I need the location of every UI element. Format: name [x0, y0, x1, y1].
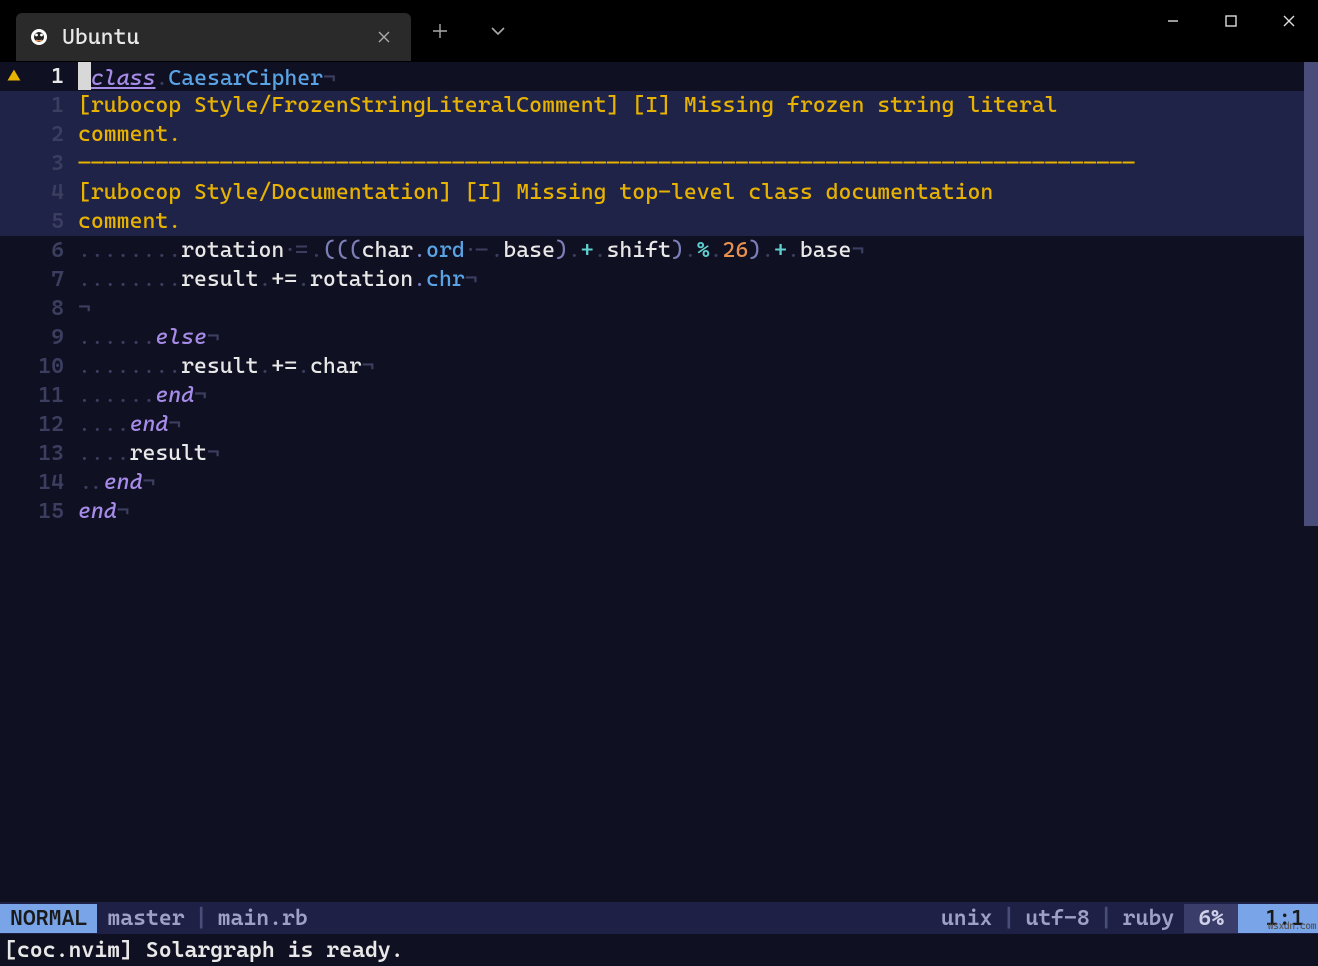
line-number: 12 — [28, 410, 78, 439]
diagnostic-text: comment. — [78, 207, 1318, 236]
editor-line[interactable]: 1[rubocop Style/FrozenStringLiteralComme… — [0, 91, 1318, 120]
close-window-button[interactable] — [1260, 0, 1318, 42]
statusline: NORMAL master | main.rb unix | utf-8 | r… — [0, 902, 1318, 934]
code-text: class.CaesarCipher¬ — [78, 62, 1318, 91]
separator: | — [1100, 906, 1113, 931]
diagnostic-text: comment. — [78, 120, 1318, 149]
code-text: ......else¬ — [78, 323, 1318, 352]
diagnostic-text: ————————————————————————————————————————… — [78, 149, 1318, 178]
coc-message: [coc.nvim] Solargraph is ready. — [4, 938, 404, 963]
scrollbar-thumb[interactable] — [1304, 62, 1318, 526]
line-number: 4 — [28, 178, 78, 207]
gutter-sign — [0, 323, 28, 352]
terminal-tab[interactable]: Ubuntu — [16, 13, 411, 61]
maximize-button[interactable] — [1202, 0, 1260, 42]
line-number: 7 — [28, 265, 78, 294]
code-text: ....end¬ — [78, 410, 1318, 439]
gutter-sign — [0, 497, 28, 526]
code-text: end¬ — [78, 497, 1318, 526]
diagnostic-text: [rubocop Style/Documentation] [I] Missin… — [78, 178, 1318, 207]
gutter-sign — [0, 294, 28, 323]
gutter-sign — [0, 468, 28, 497]
line-number: 13 — [28, 439, 78, 468]
mode-indicator: NORMAL — [0, 904, 97, 933]
gutter-sign — [0, 352, 28, 381]
editor-line[interactable]: 2comment. — [0, 120, 1318, 149]
code-text: ¬ — [78, 294, 1318, 323]
linux-icon — [28, 26, 50, 48]
line-number: 8 — [28, 294, 78, 323]
editor-line[interactable]: 4[rubocop Style/Documentation] [I] Missi… — [0, 178, 1318, 207]
editor-line[interactable]: 5comment. — [0, 207, 1318, 236]
separator: | — [195, 906, 208, 931]
gutter-sign — [0, 410, 28, 439]
line-number: 15 — [28, 497, 78, 526]
line-number: 9 — [28, 323, 78, 352]
gutter-sign — [0, 236, 28, 265]
tab-close-button[interactable] — [369, 27, 399, 48]
gutter-sign — [0, 149, 28, 178]
gutter-sign — [0, 178, 28, 207]
editor-line[interactable]: 10........result.+=.char¬ — [0, 352, 1318, 381]
gutter-sign: ▲ — [0, 62, 28, 91]
warning-icon: ▲ — [8, 64, 21, 89]
file-name: main.rb — [208, 906, 318, 931]
file-percent: 6% — [1184, 904, 1238, 933]
git-branch: master — [97, 906, 194, 931]
editor-line[interactable]: 6........rotation.=.(((char.ord.-.base).… — [0, 236, 1318, 265]
tab-title: Ubuntu — [62, 25, 369, 50]
gutter-sign — [0, 91, 28, 120]
line-number: 14 — [28, 468, 78, 497]
separator: | — [1002, 906, 1015, 931]
tab-dropdown-button[interactable] — [469, 7, 527, 55]
file-encoding: utf-8 — [1015, 906, 1099, 931]
editor-line[interactable]: 12....end¬ — [0, 410, 1318, 439]
code-text: ....result¬ — [78, 439, 1318, 468]
code-text: ..end¬ — [78, 468, 1318, 497]
editor-line[interactable]: 3———————————————————————————————————————… — [0, 149, 1318, 178]
line-number: 1 — [28, 62, 78, 91]
line-number: 10 — [28, 352, 78, 381]
code-text: ......end¬ — [78, 381, 1318, 410]
editor-line[interactable]: 8¬ — [0, 294, 1318, 323]
editor-line[interactable]: 11......end¬ — [0, 381, 1318, 410]
code-text: ........rotation.=.(((char.ord.-.base).+… — [78, 236, 1318, 265]
editor-line[interactable]: 14..end¬ — [0, 468, 1318, 497]
line-number: 2 — [28, 120, 78, 149]
gutter-sign — [0, 381, 28, 410]
minimize-button[interactable] — [1144, 0, 1202, 42]
new-tab-button[interactable] — [411, 7, 469, 55]
line-number: 5 — [28, 207, 78, 236]
file-format: unix — [931, 906, 1003, 931]
watermark: wsxdn.com — [1268, 921, 1316, 932]
gutter-sign — [0, 439, 28, 468]
gutter-sign — [0, 265, 28, 294]
editor-area[interactable]: ▲ 1class.CaesarCipher¬1[rubocop Style/Fro… — [0, 62, 1318, 902]
editor-line[interactable]: ▲ 1class.CaesarCipher¬ — [0, 62, 1318, 91]
editor-line[interactable]: 7........result.+=.rotation.chr¬ — [0, 265, 1318, 294]
code-text: ........result.+=.rotation.chr¬ — [78, 265, 1318, 294]
diagnostic-text: [rubocop Style/FrozenStringLiteralCommen… — [78, 91, 1318, 120]
editor-line[interactable]: 9......else¬ — [0, 323, 1318, 352]
titlebar: Ubuntu — [0, 0, 1318, 62]
code-text: ........result.+=.char¬ — [78, 352, 1318, 381]
line-number: 11 — [28, 381, 78, 410]
line-number: 1 — [28, 91, 78, 120]
gutter-sign — [0, 120, 28, 149]
editor-line[interactable]: 15end¬ — [0, 497, 1318, 526]
command-line: [coc.nvim] Solargraph is ready. — [0, 934, 1318, 966]
line-number: 6 — [28, 236, 78, 265]
line-number: 3 — [28, 149, 78, 178]
file-type: ruby — [1113, 906, 1185, 931]
gutter-sign — [0, 207, 28, 236]
editor-line[interactable]: 13....result¬ — [0, 439, 1318, 468]
window-controls — [1144, 0, 1318, 62]
